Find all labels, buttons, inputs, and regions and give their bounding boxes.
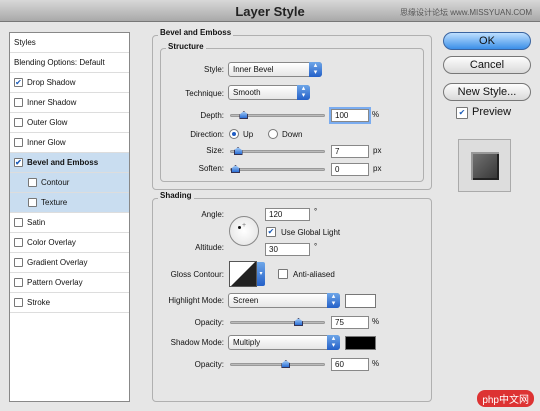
list-item-gradient-overlay[interactable]: Gradient Overlay [10, 253, 129, 273]
highlight-color-swatch[interactable] [345, 294, 376, 308]
size-field[interactable]: 7 [331, 145, 369, 158]
list-item-stroke[interactable]: Stroke [10, 293, 129, 313]
depth-slider[interactable] [230, 111, 325, 119]
highlight-opacity-slider[interactable] [230, 318, 325, 326]
checkbox-texture[interactable] [28, 198, 37, 207]
direction-down-label: Down [282, 130, 303, 139]
style-select[interactable]: Inner Bevel ▴ ▾ [228, 62, 322, 77]
angle-dial[interactable]: + [229, 216, 259, 246]
list-item-styles[interactable]: Styles [10, 33, 129, 53]
style-label: Style: [203, 65, 224, 74]
chevron-updown-icon: ▴ ▾ [297, 85, 310, 100]
highlight-mode-select[interactable]: Screen ▴ ▾ [228, 293, 340, 308]
technique-label: Technique: [185, 89, 224, 98]
chevron-down-icon[interactable]: ▾ [257, 262, 265, 286]
soften-field[interactable]: 0 [331, 163, 369, 176]
angle-field[interactable]: 120 [265, 208, 310, 221]
global-light-checkbox[interactable]: ✔ [266, 227, 276, 237]
watermark: 思缘设计论坛 www.MISSYUAN.COM [399, 8, 532, 17]
highlight-mode-label: Highlight Mode: [168, 296, 224, 305]
list-item-pattern-overlay[interactable]: Pattern Overlay [10, 273, 129, 293]
altitude-unit: ° [314, 242, 318, 251]
size-label: Size: [206, 146, 224, 155]
global-light-label: Use Global Light [281, 228, 341, 237]
list-item-color-overlay[interactable]: Color Overlay [10, 233, 129, 253]
list-item-texture[interactable]: Texture [10, 193, 129, 213]
anti-aliased-checkbox[interactable] [278, 269, 288, 279]
shadow-opacity-label: Opacity: [194, 360, 224, 369]
ok-button[interactable]: OK [443, 32, 531, 50]
list-item-bevel-emboss[interactable]: ✔ Bevel and Emboss [10, 153, 129, 173]
angle-label: Angle: [201, 210, 224, 219]
size-unit: px [373, 146, 382, 155]
shadow-opacity-field[interactable]: 60 [331, 358, 369, 371]
styles-list: Styles Blending Options: Default ✔ Drop S… [9, 32, 130, 402]
gloss-contour-picker[interactable]: ▾ [229, 261, 265, 287]
shading-title: Shading [158, 191, 194, 200]
checkbox-gradient-overlay[interactable] [14, 258, 23, 267]
checkbox-inner-shadow[interactable] [14, 98, 23, 107]
highlight-opacity-unit: % [372, 317, 380, 326]
checkbox-inner-glow[interactable] [14, 138, 23, 147]
altitude-label: Altitude: [195, 243, 224, 252]
list-item-inner-glow[interactable]: Inner Glow [10, 133, 129, 153]
shadow-mode-label: Shadow Mode: [170, 338, 224, 347]
checkbox-stroke[interactable] [14, 298, 23, 307]
layer-style-dialog: Styles Blending Options: Default ✔ Drop S… [0, 22, 540, 411]
highlight-opacity-label: Opacity: [194, 318, 224, 327]
highlight-opacity-field[interactable]: 75 [331, 316, 369, 329]
angle-dial-dot[interactable] [238, 226, 241, 229]
list-item-outer-glow[interactable]: Outer Glow [10, 113, 129, 133]
bevel-emboss-title: Bevel and Emboss [158, 28, 234, 37]
direction-up-radio[interactable] [229, 129, 239, 139]
preview-label: Preview [472, 106, 512, 118]
shadow-opacity-slider[interactable] [230, 360, 325, 368]
shadow-opacity-unit: % [372, 359, 380, 368]
list-item-blending-options[interactable]: Blending Options: Default [10, 53, 129, 73]
preview-swatch [471, 152, 499, 180]
checkbox-contour[interactable] [28, 178, 37, 187]
checkbox-satin[interactable] [14, 218, 23, 227]
crosshair-icon: + [242, 222, 247, 229]
depth-field[interactable]: 100 [331, 109, 369, 122]
soften-label: Soften: [198, 164, 224, 173]
size-slider[interactable] [230, 147, 325, 155]
title-bar: Layer Style 思缘设计论坛 www.MISSYUAN.COM [0, 0, 540, 22]
list-item-contour[interactable]: Contour [10, 173, 129, 193]
structure-title: Structure [166, 42, 206, 51]
cancel-button[interactable]: Cancel [443, 56, 531, 74]
technique-select[interactable]: Smooth ▴ ▾ [228, 85, 310, 100]
shadow-mode-select[interactable]: Multiply ▴ ▾ [228, 335, 340, 350]
altitude-field[interactable]: 30 [265, 243, 310, 256]
chevron-updown-icon: ▴ ▾ [327, 293, 340, 308]
gloss-contour-label: Gloss Contour: [170, 270, 224, 279]
list-item-inner-shadow[interactable]: Inner Shadow [10, 93, 129, 113]
chevron-updown-icon: ▴ ▾ [327, 335, 340, 350]
soften-slider[interactable] [230, 165, 325, 173]
checkbox-drop-shadow[interactable]: ✔ [14, 78, 23, 87]
php-logo: php中文网 [477, 390, 534, 407]
depth-unit: % [372, 110, 380, 119]
direction-up-label: Up [243, 130, 254, 139]
preview-thumbnail [458, 139, 511, 192]
soften-unit: px [373, 164, 382, 173]
shadow-color-swatch[interactable] [345, 336, 376, 350]
checkbox-outer-glow[interactable] [14, 118, 23, 127]
checkbox-bevel-emboss[interactable]: ✔ [14, 158, 23, 167]
angle-unit: ° [314, 207, 318, 216]
direction-label: Direction: [190, 130, 224, 139]
direction-down-radio[interactable] [268, 129, 278, 139]
list-item-satin[interactable]: Satin [10, 213, 129, 233]
checkbox-color-overlay[interactable] [14, 238, 23, 247]
new-style-button[interactable]: New Style... [443, 83, 531, 101]
checkbox-pattern-overlay[interactable] [14, 278, 23, 287]
depth-label: Depth: [200, 111, 224, 120]
list-item-drop-shadow[interactable]: ✔ Drop Shadow [10, 73, 129, 93]
anti-aliased-label: Anti-aliased [293, 270, 335, 279]
chevron-updown-icon: ▴ ▾ [309, 62, 322, 77]
preview-checkbox[interactable]: ✔ [456, 107, 468, 119]
